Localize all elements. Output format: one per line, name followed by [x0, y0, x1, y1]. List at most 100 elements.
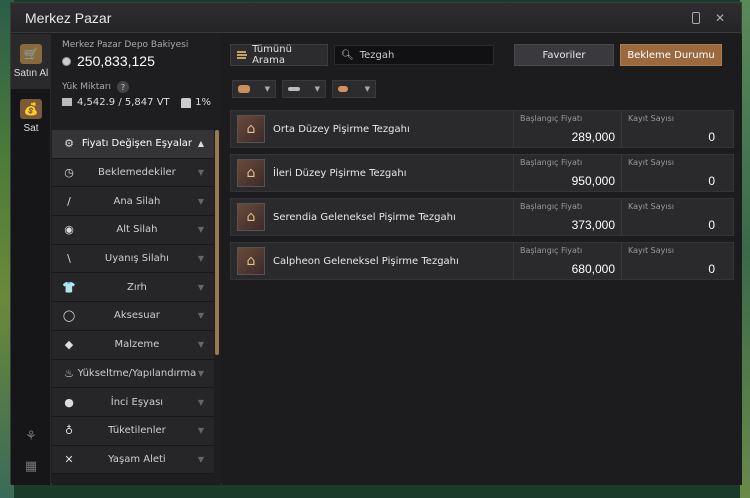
- gear-icon: ⚙: [64, 137, 74, 151]
- category-item[interactable]: ◆ Malzeme ▼: [52, 330, 214, 360]
- bag-icon: 💰: [20, 99, 42, 119]
- item-list: ⌂ Orta Düzey Pişirme Tezgahı Başlangıç Fiy…: [222, 102, 742, 280]
- filter-plus-dropdown[interactable]: ▼: [332, 80, 376, 98]
- item-icon: ⌂: [237, 115, 265, 143]
- trend-icon: [288, 87, 300, 91]
- chevron-up-icon: ▲: [197, 139, 204, 149]
- tab-buy[interactable]: 🛒 Satın Al: [11, 34, 51, 89]
- shield-icon: ◉: [64, 223, 74, 237]
- chevron-down-icon: ▼: [364, 85, 370, 93]
- window-title: Merkez Pazar: [25, 9, 112, 26]
- category-item[interactable]: ◯ Aksesuar ▼: [52, 302, 214, 331]
- search-all-button[interactable]: Tümünü Arama: [230, 44, 328, 66]
- category-label: Tüketilenler: [108, 425, 166, 437]
- weight-section: Yük Miktarı ? 4,542.9 / 5,847 VT 1%: [52, 69, 221, 108]
- material-icon: ◆: [64, 338, 74, 352]
- category-label: Ana Silah: [113, 195, 161, 207]
- price-header: Başlangıç Fiyatı: [520, 246, 583, 255]
- weight-label: Yük Miktarı: [62, 82, 111, 92]
- count-header: Kayıt Sayısı: [628, 246, 674, 255]
- item-count: 0: [708, 218, 715, 232]
- balance-value: 250,833,125: [77, 53, 155, 69]
- tree-icon[interactable]: ⚘: [23, 429, 39, 445]
- silver-icon: [62, 56, 71, 66]
- category-list: ⚙ Fiyatı Değişen Eşyalar ▲ ◷ Beklemedekiler ▼…: [52, 130, 214, 475]
- close-icon[interactable]: ✕: [713, 11, 727, 25]
- help-icon[interactable]: ?: [116, 81, 129, 93]
- category-item[interactable]: 👕 Zırh ▼: [52, 273, 214, 303]
- mobile-icon[interactable]: [689, 11, 703, 25]
- chevron-down-icon: ▼: [197, 340, 204, 350]
- percent-icon: [181, 97, 192, 108]
- chevron-down-icon: ▼: [197, 426, 204, 436]
- item-count: 0: [708, 262, 715, 276]
- category-item[interactable]: ⚙ Fiyatı Değişen Eşyalar ▲: [52, 130, 214, 159]
- storage-icon[interactable]: ▦: [23, 459, 39, 475]
- market-window: Merkez Pazar ✕ 🛒 Satın Al 💰 Sat ⚘ ▦ Merk…: [10, 2, 742, 485]
- tab-buy-label: Satın Al: [13, 68, 49, 79]
- count-column: Kayıt Sayısı 0: [621, 199, 721, 235]
- plus-icon: [338, 86, 348, 92]
- count-column: Kayıt Sayısı 0: [621, 243, 721, 279]
- weight-value: 4,542.9 / 5,847 VT: [77, 97, 170, 108]
- item-row[interactable]: ⌂ Calpheon Geleneksel Pişirme Tezgahı Başl…: [230, 242, 734, 280]
- category-label: İnci Eşyası: [110, 396, 164, 408]
- chevron-down-icon: ▼: [197, 311, 204, 321]
- search-input[interactable]: 🔍︎ Tezgah: [334, 45, 494, 65]
- category-label: Malzeme: [114, 339, 160, 351]
- tab-sell[interactable]: 💰 Sat: [11, 89, 51, 144]
- category-scrollbar[interactable]: [215, 130, 219, 355]
- money-bag-icon: [238, 85, 250, 93]
- chevron-down-icon: ▼: [197, 368, 204, 378]
- category-item[interactable]: ♁ Tüketilenler ▼: [52, 416, 214, 446]
- chevron-down-icon: ▼: [197, 196, 204, 206]
- count-header: Kayıt Sayısı: [628, 114, 674, 123]
- item-row[interactable]: ⌂ İleri Düzey Pişirme Tezgahı Başlangıç Fi…: [230, 154, 734, 192]
- flame-icon: ♨: [64, 366, 74, 380]
- potion-icon: ♁: [64, 424, 74, 438]
- category-item[interactable]: ● İnci Eşyası ▼: [52, 388, 214, 417]
- item-row[interactable]: ⌂ Orta Düzey Pişirme Tezgahı Başlangıç Fiy…: [230, 110, 734, 148]
- category-item[interactable]: / Ana Silah ▼: [52, 187, 214, 217]
- price-header: Başlangıç Fiyatı: [520, 158, 583, 167]
- item-price: 950,000: [571, 174, 615, 188]
- item-icon: ⌂: [237, 203, 265, 231]
- item-row[interactable]: ⌂ Serendia Geleneksel Pişirme Tezgahı Başl…: [230, 198, 734, 236]
- weight-percent: 1%: [195, 97, 211, 108]
- category-label: Alt Silah: [116, 224, 158, 236]
- category-item[interactable]: ◉ Alt Silah ▼: [52, 216, 214, 245]
- weight-icon: [62, 98, 72, 106]
- chevron-down-icon: ▼: [197, 225, 204, 235]
- item-price: 680,000: [571, 262, 615, 276]
- pearl-icon: ●: [64, 395, 74, 409]
- balance-section: Merkez Pazar Depo Bakiyesi 250,833,125: [52, 34, 221, 69]
- category-label: Yaşam Aleti: [108, 453, 166, 465]
- category-label: Fiyatı Değişen Eşyalar: [81, 138, 193, 150]
- item-price: 289,000: [571, 130, 615, 144]
- price-column: Başlangıç Fiyatı 373,000: [513, 199, 621, 235]
- category-item[interactable]: ◷ Beklemedekiler ▼: [52, 158, 214, 188]
- toolbar: Tümünü Arama 🔍︎ Tezgah Favoriler Bekleme…: [222, 34, 742, 76]
- category-item[interactable]: ♨ Yükseltme/Yapılandırma ▼: [52, 359, 214, 389]
- price-column: Başlangıç Fiyatı 289,000: [513, 111, 621, 147]
- favorites-button[interactable]: Favoriler: [514, 44, 614, 66]
- list-icon: [237, 51, 248, 59]
- sword-icon: /: [67, 194, 71, 208]
- count-column: Kayıt Sayısı 0: [621, 111, 721, 147]
- filter-trend-dropdown[interactable]: ▼: [282, 80, 326, 98]
- category-label: Zırh: [126, 281, 147, 293]
- item-name: Calpheon Geleneksel Pişirme Tezgahı: [273, 255, 459, 267]
- cart-icon: 🛒: [20, 44, 42, 64]
- side-tabs: 🛒 Satın Al 💰 Sat ⚘ ▦: [11, 34, 51, 485]
- main-panel: Tümünü Arama 🔍︎ Tezgah Favoriler Bekleme…: [222, 34, 742, 485]
- category-item[interactable]: ✕ Yaşam Aleti ▼: [52, 445, 214, 475]
- armor-icon: 👕: [62, 280, 76, 294]
- category-label: Yükseltme/Yapılandırma: [77, 367, 197, 379]
- item-price: 373,000: [571, 218, 615, 232]
- filter-money-dropdown[interactable]: ▼: [232, 80, 276, 98]
- waiting-status-button[interactable]: Bekleme Durumu: [620, 44, 722, 66]
- price-column: Başlangıç Fiyatı 680,000: [513, 243, 621, 279]
- title-bar: Merkez Pazar ✕: [11, 3, 741, 33]
- balance-label: Merkez Pazar Depo Bakiyesi: [62, 40, 189, 50]
- category-item[interactable]: \ Uyanış Silahı ▼: [52, 244, 214, 274]
